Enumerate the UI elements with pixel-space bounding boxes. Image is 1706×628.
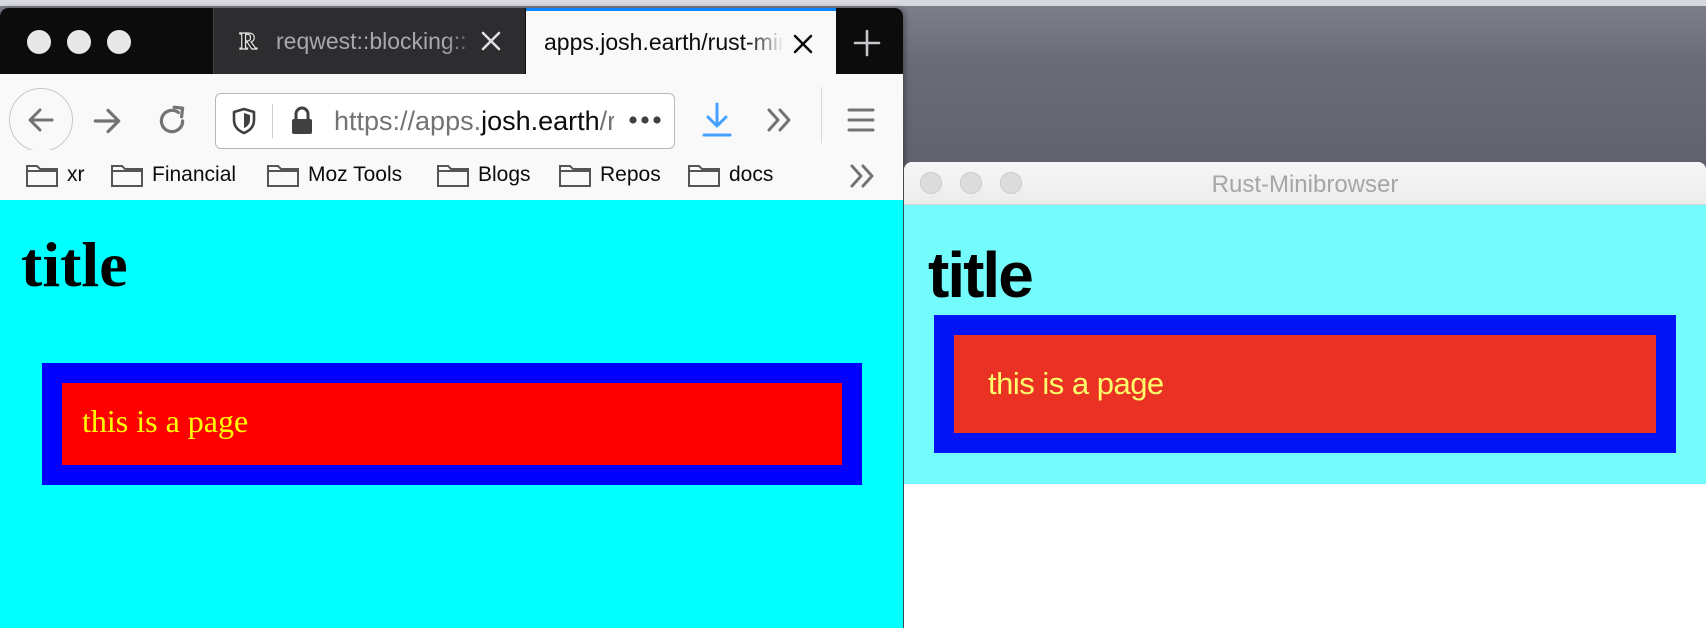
bookmark-label: xr [67,163,85,186]
bookmark-label: Blogs [478,163,531,186]
inner-box: this is a page [954,335,1656,433]
bookmark-label: Financial [152,163,237,186]
page-heading: title [21,229,128,300]
bookmark-label: Moz Tools [308,163,403,186]
bookmark-folder-financial[interactable]: Financial [110,162,236,188]
minibrowser-titlebar[interactable]: Rust-Minibrowser [904,162,1706,205]
back-button[interactable] [9,88,73,152]
minibrowser-window: Rust-Minibrowser title this is a page [904,162,1706,628]
svg-text:R: R [239,29,257,55]
firefox-page-content: title this is a page [0,200,903,628]
folder-icon [437,165,469,187]
navigation-toolbar: https://apps.josh.earth/rust-minibrowser [0,74,903,152]
minibrowser-page-content: title this is a page [904,205,1706,484]
bookmarks-toolbar: xr Financial Moz Tools Blogs Repos docs [0,150,903,201]
bookmark-label: Repos [600,163,661,186]
page-paragraph: this is a page [988,366,1164,401]
tab-label: apps.josh.earth/rust-mini [544,29,784,55]
back-icon [28,108,54,132]
firefox-window: R reqwest::blocking:: apps.josh.earth/ru… [0,8,903,628]
download-icon[interactable] [700,101,734,139]
tab-active[interactable]: apps.josh.earth/rust-mini [526,8,836,74]
url-separator [272,104,273,138]
close-icon[interactable] [478,28,504,54]
url-text[interactable]: https://apps.josh.earth/rust-minibrowser [334,106,614,137]
rust-favicon: R [239,28,258,55]
menu-icon[interactable] [846,107,876,133]
bookmark-folder-xr[interactable]: xr [25,162,85,188]
page-actions-icon[interactable] [628,113,662,127]
close-window-button[interactable] [27,30,51,54]
shield-icon[interactable] [230,106,258,136]
reload-icon[interactable] [155,104,189,138]
folder-icon [26,165,58,187]
overflow-icon[interactable] [765,106,795,134]
close-icon[interactable] [790,31,816,57]
bookmark-label: docs [729,163,774,186]
folder-icon [688,165,720,187]
outer-box: this is a page [934,315,1676,453]
bookmark-folder-blogs[interactable]: Blogs [436,162,531,188]
url-bar[interactable]: https://apps.josh.earth/rust-minibrowser [215,93,675,149]
folder-icon [267,165,299,187]
desktop-top-strip [0,0,1706,6]
url-prefix: https://apps. [334,106,482,136]
outer-box: this is a page [42,363,862,485]
folder-icon [111,165,143,187]
tab-label: reqwest::blocking:: [276,27,467,54]
minimize-window-button[interactable] [67,30,91,54]
tab-reqwest[interactable]: R reqwest::blocking:: [213,8,525,74]
bookmarks-overflow-icon[interactable] [848,162,878,190]
inner-box: this is a page [62,383,842,465]
bookmark-folder-repos[interactable]: Repos [558,162,661,188]
tab-bar: R reqwest::blocking:: apps.josh.earth/ru… [0,8,903,74]
lock-icon[interactable] [288,105,316,137]
bookmark-folder-docs[interactable]: docs [687,162,773,188]
folder-icon [559,165,591,187]
new-tab-icon[interactable] [850,26,884,60]
url-domain: josh.earth [481,106,600,136]
page-paragraph: this is a page [82,403,249,439]
zoom-window-button[interactable] [107,30,131,54]
bookmark-folder-moz-tools[interactable]: Moz Tools [266,162,402,188]
toolbar-divider [821,87,822,143]
page-heading: title [928,239,1034,311]
window-title: Rust-Minibrowser [1211,171,1399,198]
forward-icon[interactable] [90,104,124,138]
url-suffix: /rust-minibrowser [599,106,614,136]
